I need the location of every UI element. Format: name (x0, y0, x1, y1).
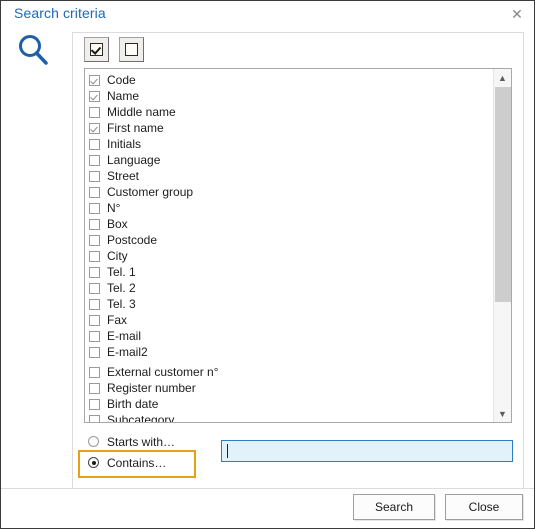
match-mode-group: Starts with… Contains… (84, 431, 175, 473)
selection-toolbar (84, 37, 150, 63)
uncheck-all-button[interactable] (119, 37, 145, 62)
list-item-label: Fax (107, 313, 128, 327)
list-item-label: N° (107, 201, 121, 215)
list-item-label: Postcode (107, 233, 158, 247)
text-caret (227, 444, 228, 458)
chevron-down-icon[interactable]: ▼ (494, 405, 511, 422)
list-item[interactable]: Street (89, 168, 491, 184)
checkbox-icon[interactable] (89, 186, 100, 198)
list-item-label: Initials (107, 137, 142, 151)
criteria-list: Code Name Middle name First name Initials Lan… (85, 69, 491, 423)
list-item-label: Tel. 1 (107, 265, 136, 279)
list-item[interactable]: N° (89, 200, 491, 216)
list-item-label: E-mail2 (107, 345, 148, 359)
list-item[interactable]: Middle name (89, 104, 491, 120)
check-all-icon (90, 43, 103, 56)
chevron-up-icon[interactable]: ▲ (494, 69, 511, 86)
list-item[interactable]: Register number (89, 380, 491, 396)
list-item-label: Tel. 2 (107, 281, 136, 295)
footer-divider (1, 488, 534, 489)
search-criteria-dialog: Search criteria ✕ Code Name Middle name Fir… (0, 0, 535, 529)
list-item[interactable]: City (89, 248, 491, 264)
check-all-button[interactable] (84, 37, 109, 62)
list-item[interactable]: Postcode (89, 232, 491, 248)
checkbox-icon[interactable] (89, 138, 100, 150)
list-item[interactable]: Customer group (89, 184, 491, 200)
list-item[interactable]: Fax (89, 312, 491, 328)
checkbox-icon[interactable] (89, 170, 100, 182)
list-item-label: Subcategory (107, 413, 175, 423)
list-item[interactable]: E-mail2 (89, 344, 491, 360)
radio-label: Contains… (107, 455, 167, 470)
search-button[interactable]: Search (353, 494, 435, 520)
checkbox-icon[interactable] (89, 106, 100, 118)
list-item[interactable]: Tel. 2 (89, 280, 491, 296)
checkbox-icon[interactable] (89, 250, 100, 262)
radio-indicator (88, 436, 99, 447)
list-item[interactable]: Tel. 3 (89, 296, 491, 312)
list-item[interactable]: E-mail (89, 328, 491, 344)
list-item-label: Register number (107, 381, 196, 395)
list-item-label: Language (107, 153, 161, 167)
checkbox-icon[interactable] (89, 298, 100, 310)
list-item-label: Customer group (107, 185, 194, 199)
close-button[interactable]: Close (445, 494, 523, 520)
list-item-label: First name (107, 121, 164, 135)
list-item[interactable]: Code (89, 72, 491, 88)
checkbox-icon[interactable] (89, 154, 100, 166)
checkbox-icon[interactable] (89, 382, 100, 394)
list-item-label: Tel. 3 (107, 297, 136, 311)
scrollbar-thumb[interactable] (495, 87, 511, 302)
list-item-label: Middle name (107, 105, 176, 119)
page-title: Search criteria (14, 5, 106, 21)
checkbox-icon[interactable] (89, 266, 100, 278)
radio-label: Starts with… (107, 434, 176, 449)
list-item-label: Code (107, 73, 136, 87)
uncheck-all-icon (125, 43, 139, 56)
list-item-label: External customer n° (107, 365, 219, 379)
checkbox-icon[interactable] (89, 282, 100, 294)
checkbox-icon[interactable] (89, 330, 100, 342)
list-item[interactable]: Tel. 1 (89, 264, 491, 280)
radio-starts-with[interactable]: Starts with… (84, 431, 175, 452)
checkbox-icon[interactable] (89, 218, 100, 230)
criteria-listbox[interactable]: Code Name Middle name First name Initials Lan… (84, 68, 512, 423)
list-item[interactable]: Language (89, 152, 491, 168)
checkbox-icon[interactable] (89, 202, 100, 214)
list-item-label: Street (107, 169, 140, 183)
checkbox-checked-icon[interactable] (89, 122, 100, 134)
list-item[interactable]: First name (89, 120, 491, 136)
checkbox-icon[interactable] (89, 234, 100, 246)
checkbox-icon[interactable] (89, 366, 100, 378)
list-item[interactable]: Name (89, 88, 491, 104)
list-item-label: City (107, 249, 128, 263)
radio-indicator (88, 457, 99, 468)
list-item[interactable]: Subcategory (89, 412, 491, 423)
list-item[interactable]: Birth date (89, 396, 491, 412)
list-item[interactable]: External customer n° (89, 364, 491, 380)
list-item-label: Name (107, 89, 140, 103)
checkbox-checked-icon[interactable] (89, 74, 100, 86)
close-icon[interactable]: ✕ (504, 3, 530, 25)
list-item-label: Birth date (107, 397, 159, 411)
checkbox-icon[interactable] (89, 346, 100, 358)
checkbox-icon[interactable] (89, 314, 100, 326)
list-item[interactable]: Initials (89, 136, 491, 152)
magnifier-icon (13, 31, 53, 71)
checkbox-icon[interactable] (89, 398, 100, 410)
titlebar: Search criteria ✕ (1, 1, 534, 27)
checkbox-icon[interactable] (89, 414, 100, 422)
search-input[interactable] (221, 440, 513, 462)
list-item-label: E-mail (107, 329, 142, 343)
list-item[interactable]: Box (89, 216, 491, 232)
radio-contains[interactable]: Contains… (84, 452, 175, 473)
listbox-scrollbar[interactable]: ▲ ▼ (493, 69, 511, 422)
list-item-label: Box (107, 217, 128, 231)
checkbox-checked-icon[interactable] (89, 90, 100, 102)
